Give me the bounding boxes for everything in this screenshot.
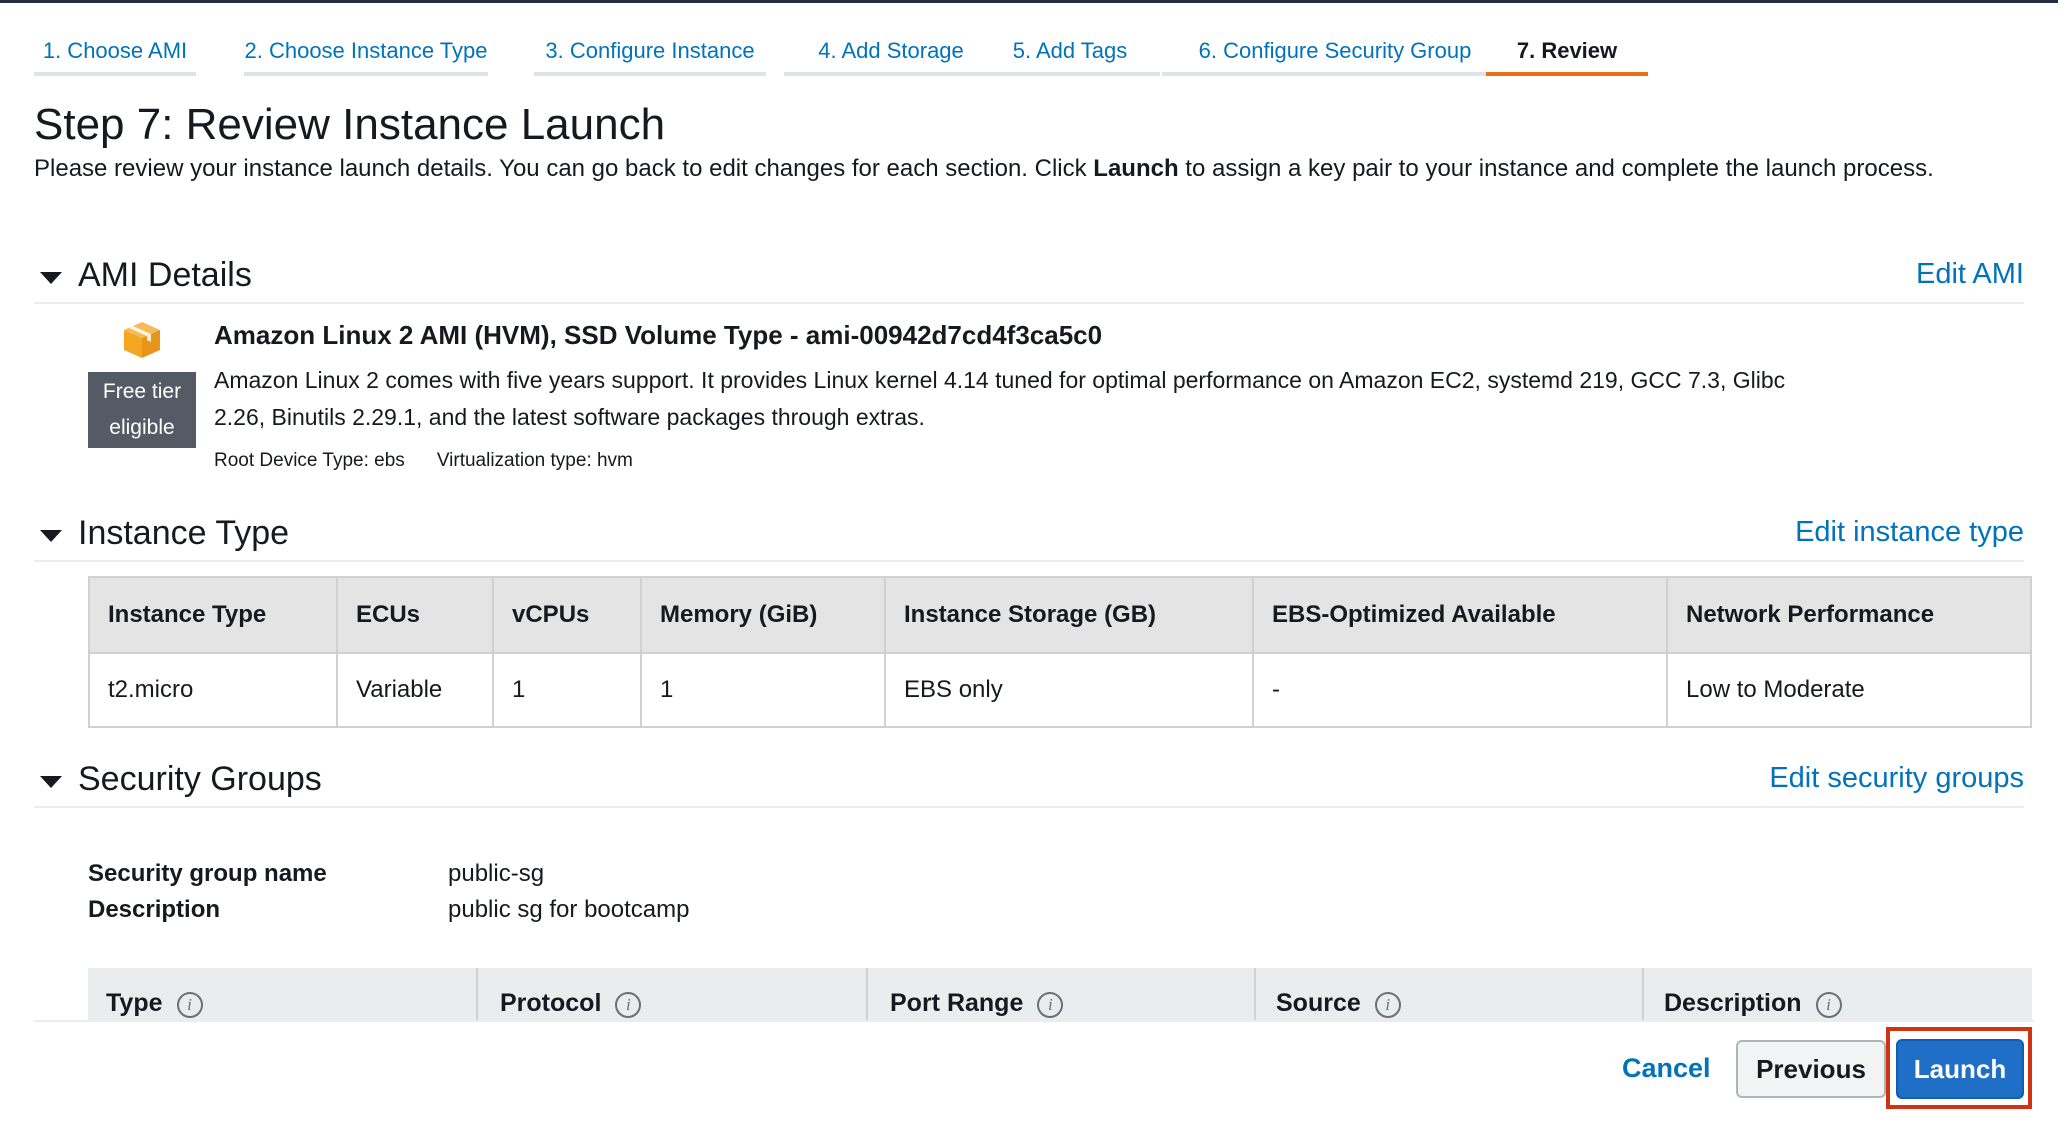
- security-rules-table-header: Type i Protocol i Port Range i Source i Desc…: [88, 968, 2032, 1020]
- tab-add-storage[interactable]: 4. Add Storage: [784, 30, 998, 76]
- free-tier-badge: Free tier eligible: [88, 372, 196, 448]
- column-header: Network Performance: [1666, 576, 2032, 654]
- page-intro: Please review your instance launch detai…: [34, 150, 2004, 187]
- column-label: Description: [1664, 989, 1802, 1017]
- tab-configure-instance[interactable]: 3. Configure Instance: [534, 30, 766, 76]
- collapse-caret-icon[interactable]: [40, 272, 62, 284]
- previous-button[interactable]: Previous: [1736, 1040, 1886, 1098]
- page-title: Step 7: Review Instance Launch: [34, 100, 666, 149]
- edit-ami-link[interactable]: Edit AMI: [1916, 258, 2024, 291]
- rules-column-protocol: Protocol i: [476, 968, 642, 1020]
- table-cell: 1: [640, 652, 886, 728]
- top-border: [0, 0, 2058, 3]
- security-groups-title: Security Groups: [78, 760, 322, 798]
- ami-details-title: AMI Details: [78, 256, 252, 294]
- virtualization-type: Virtualization type: hvm: [436, 450, 633, 471]
- info-icon[interactable]: i: [615, 992, 642, 1018]
- intro-text-end: to assign a key pair to your instance an…: [1178, 155, 1934, 182]
- edit-instance-type-link[interactable]: Edit instance type: [1795, 516, 2024, 549]
- rules-column-type: Type i: [106, 968, 203, 1020]
- tab-choose-instance-type[interactable]: 2. Choose Instance Type: [244, 30, 488, 76]
- footer-divider: [34, 1020, 2034, 1022]
- instance-type-header: Instance Type Edit instance type: [34, 514, 2024, 562]
- cancel-button[interactable]: Cancel: [1622, 1050, 1711, 1086]
- rules-column-port-range: Port Range i: [866, 968, 1064, 1020]
- column-header: Memory (GiB): [640, 576, 886, 654]
- intro-text-start: Please review your instance launch detai…: [34, 155, 1094, 182]
- free-tier-line-2: eligible: [109, 416, 175, 439]
- ami-description: Amazon Linux 2 comes with five years sup…: [214, 367, 1786, 430]
- launch-button[interactable]: Launch: [1896, 1039, 2024, 1099]
- column-header: Instance Type: [88, 576, 338, 654]
- info-icon[interactable]: i: [176, 992, 203, 1018]
- root-device-type: Root Device Type: ebs: [214, 450, 405, 471]
- info-icon[interactable]: i: [1815, 992, 1842, 1018]
- column-header: vCPUs: [492, 576, 642, 654]
- instance-type-table: Instance Type ECUs vCPUs Memory (GiB) In…: [88, 576, 2032, 728]
- table-cell: EBS only: [884, 652, 1254, 728]
- security-group-description-value: public sg for bootcamp: [448, 896, 690, 923]
- rules-column-source: Source i: [1254, 968, 1401, 1020]
- column-header: EBS-Optimized Available: [1252, 576, 1668, 654]
- table-header-row: Instance Type ECUs vCPUs Memory (GiB) In…: [88, 576, 2032, 654]
- tab-choose-ami[interactable]: 1. Choose AMI: [34, 30, 196, 76]
- column-label: Protocol: [500, 989, 602, 1017]
- table-cell: t2.micro: [88, 652, 338, 728]
- instance-type-title: Instance Type: [78, 514, 290, 552]
- ami-details-header: AMI Details Edit AMI: [34, 256, 2024, 304]
- column-label: Source: [1276, 989, 1361, 1017]
- security-groups-header: Security Groups Edit security groups: [34, 760, 2024, 808]
- table-row: t2.micro Variable 1 1 EBS only - Low to …: [88, 652, 2032, 728]
- table-cell: Low to Moderate: [1666, 652, 2032, 728]
- security-group-name-label: Security group name: [88, 860, 327, 887]
- edit-security-groups-link[interactable]: Edit security groups: [1769, 762, 2024, 795]
- table-cell: 1: [492, 652, 642, 728]
- tab-configure-security-group[interactable]: 6. Configure Security Group: [1162, 30, 1508, 76]
- column-header: Instance Storage (GB): [884, 576, 1254, 654]
- security-group-description-label: Description: [88, 896, 221, 923]
- table-cell: Variable: [336, 652, 494, 728]
- collapse-caret-icon[interactable]: [40, 530, 62, 542]
- security-group-name-value: public-sg: [448, 860, 545, 887]
- rules-column-description: Description i: [1642, 968, 1842, 1020]
- intro-launch-bold: Launch: [1093, 155, 1179, 182]
- tab-review[interactable]: 7. Review: [1486, 30, 1648, 76]
- collapse-caret-icon[interactable]: [40, 776, 62, 788]
- info-icon[interactable]: i: [1037, 992, 1064, 1018]
- table-cell: -: [1252, 652, 1668, 728]
- tab-add-tags[interactable]: 5. Add Tags: [980, 30, 1160, 76]
- column-label: Type: [106, 989, 163, 1017]
- free-tier-line-1: Free tier: [102, 380, 182, 403]
- column-header: ECUs: [336, 576, 494, 654]
- ami-name: Amazon Linux 2 AMI (HVM), SSD Volume Typ…: [214, 320, 1103, 350]
- column-label: Port Range: [890, 989, 1024, 1017]
- info-icon[interactable]: i: [1374, 992, 1401, 1018]
- ami-meta: Root Device Type: ebs Virtualization type…: [214, 450, 633, 472]
- package-box-icon: [124, 322, 160, 358]
